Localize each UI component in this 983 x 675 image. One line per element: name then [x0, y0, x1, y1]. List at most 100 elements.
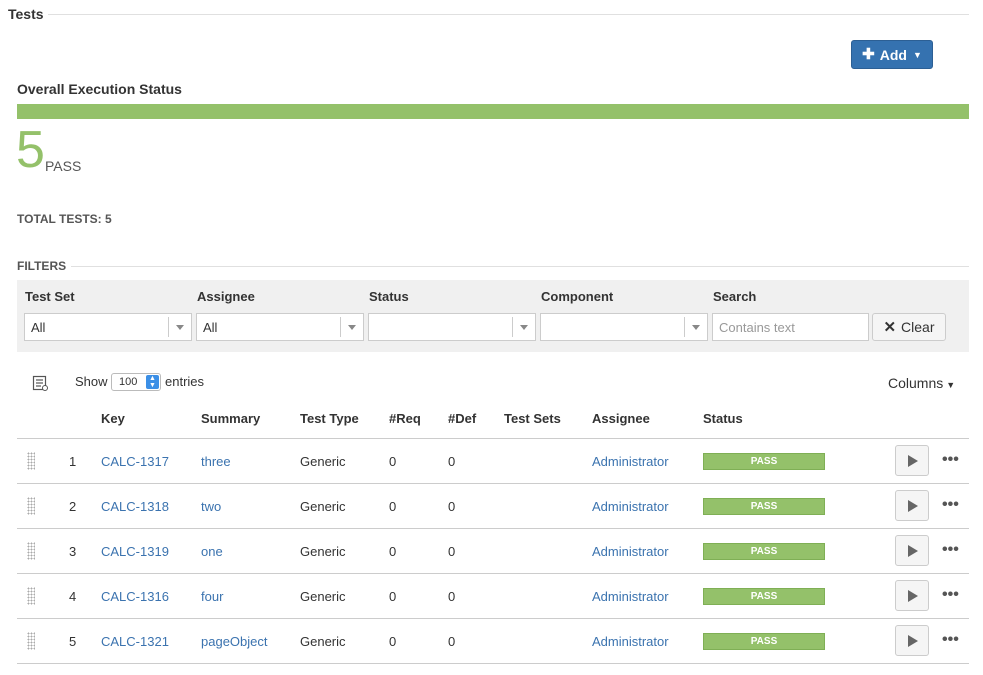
pass-count-label: PASS: [45, 158, 82, 174]
test-key-link[interactable]: CALC-1317: [101, 454, 169, 469]
spinner-arrows-icon: ▲ ▼: [146, 375, 159, 389]
status-filter-label: Status: [369, 289, 409, 304]
progress-fill-pass: [17, 104, 969, 119]
more-actions-icon[interactable]: •••: [942, 496, 959, 514]
execute-button[interactable]: [895, 535, 929, 566]
more-actions-icon[interactable]: •••: [942, 586, 959, 604]
status-select[interactable]: [368, 313, 536, 341]
drag-handle-icon[interactable]: [27, 632, 35, 650]
column-header-req[interactable]: #Req: [389, 411, 421, 426]
more-actions-icon[interactable]: •••: [942, 631, 959, 649]
test-summary-link[interactable]: two: [201, 499, 221, 514]
plus-icon: ✚: [862, 46, 875, 63]
table-row: 1 CALC-1317 three Generic 0 0 Administra…: [17, 439, 969, 484]
assignee-value: All: [203, 320, 218, 335]
execute-button[interactable]: [895, 445, 929, 476]
assignee-link[interactable]: Administrator: [592, 454, 669, 469]
status-badge: PASS: [703, 453, 825, 470]
req-count: 0: [389, 499, 397, 514]
section-title: Tests: [8, 6, 44, 22]
test-type: Generic: [300, 544, 346, 559]
status-badge: PASS: [703, 588, 825, 605]
execute-button[interactable]: [895, 580, 929, 611]
filters-header: FILTERS: [17, 259, 969, 273]
req-count: 0: [389, 544, 397, 559]
select-separator: [340, 317, 341, 337]
row-index: 5: [69, 634, 77, 649]
entries-value: 100: [119, 376, 138, 388]
row-index: 3: [69, 544, 77, 559]
status-badge: PASS: [703, 498, 825, 515]
filters-divider: [71, 266, 969, 267]
column-header-assignee[interactable]: Assignee: [592, 411, 650, 426]
tests-section-header: Tests: [8, 6, 969, 26]
test-key-link[interactable]: CALC-1319: [101, 544, 169, 559]
clear-button[interactable]: ✕ Clear: [872, 313, 946, 341]
play-icon: [908, 545, 918, 557]
column-header-key[interactable]: Key: [101, 411, 125, 426]
def-count: 0: [448, 499, 456, 514]
columns-button-label: Columns: [888, 375, 944, 391]
drag-handle-icon[interactable]: [27, 452, 35, 470]
drag-handle-icon[interactable]: [27, 497, 35, 515]
close-icon: ✕: [883, 318, 897, 336]
table-header: Key Summary Test Type #Req #Def Test Set…: [17, 410, 969, 439]
req-count: 0: [389, 634, 397, 649]
test-set-select[interactable]: All: [24, 313, 192, 341]
test-type: Generic: [300, 634, 346, 649]
search-filter-label: Search: [713, 289, 757, 304]
row-index: 1: [69, 454, 77, 469]
column-header-test-type[interactable]: Test Type: [300, 411, 359, 426]
assignee-link[interactable]: Administrator: [592, 499, 669, 514]
execute-button[interactable]: [895, 490, 929, 521]
search-input[interactable]: [712, 313, 869, 341]
test-summary-link[interactable]: one: [201, 544, 223, 559]
assignee-filter-label: Assignee: [197, 289, 255, 304]
filters-title: FILTERS: [17, 259, 67, 273]
add-button-label: Add: [879, 46, 907, 63]
test-summary-link[interactable]: three: [201, 454, 231, 469]
test-key-link[interactable]: CALC-1321: [101, 634, 169, 649]
drag-handle-icon[interactable]: [27, 587, 35, 605]
row-index: 4: [69, 589, 77, 604]
entries-label: entries: [165, 374, 205, 389]
test-key-link[interactable]: CALC-1316: [101, 589, 169, 604]
list-view-icon[interactable]: [32, 375, 48, 391]
chevron-down-icon: ▼: [946, 380, 956, 390]
select-separator: [684, 317, 685, 337]
def-count: 0: [448, 544, 456, 559]
chevron-down-icon: ▼: [912, 49, 922, 60]
test-summary-link[interactable]: pageObject: [201, 634, 268, 649]
drag-handle-icon[interactable]: [27, 542, 35, 560]
test-set-filter-label: Test Set: [25, 289, 75, 304]
entries-select[interactable]: 100 ▲ ▼: [111, 373, 161, 391]
tests-panel: Tests ✚ Add ▼ Overall Execution Status 5…: [0, 0, 983, 675]
column-header-test-sets[interactable]: Test Sets: [504, 411, 561, 426]
table-row: 3 CALC-1319 one Generic 0 0 Administrato…: [17, 529, 969, 574]
test-summary-link[interactable]: four: [201, 589, 223, 604]
more-actions-icon[interactable]: •••: [942, 541, 959, 559]
column-header-summary[interactable]: Summary: [201, 411, 260, 426]
status-badge: PASS: [703, 633, 825, 650]
def-count: 0: [448, 589, 456, 604]
chevron-down-icon: [348, 325, 356, 330]
assignee-link[interactable]: Administrator: [592, 589, 669, 604]
select-separator: [512, 317, 513, 337]
component-select[interactable]: [540, 313, 708, 341]
more-actions-icon[interactable]: •••: [942, 451, 959, 469]
column-header-status[interactable]: Status: [703, 411, 743, 426]
test-type: Generic: [300, 454, 346, 469]
test-key-link[interactable]: CALC-1318: [101, 499, 169, 514]
req-count: 0: [389, 589, 397, 604]
add-button[interactable]: ✚ Add ▼: [851, 40, 933, 69]
column-header-def[interactable]: #Def: [448, 411, 476, 426]
req-count: 0: [389, 454, 397, 469]
filter-panel: Test Set All Assignee All Status Compone…: [17, 280, 969, 352]
assignee-select[interactable]: All: [196, 313, 364, 341]
show-label: Show: [75, 374, 108, 389]
assignee-link[interactable]: Administrator: [592, 544, 669, 559]
play-icon: [908, 500, 918, 512]
columns-button[interactable]: Columns ▼: [888, 375, 955, 391]
assignee-link[interactable]: Administrator: [592, 634, 669, 649]
execute-button[interactable]: [895, 625, 929, 656]
